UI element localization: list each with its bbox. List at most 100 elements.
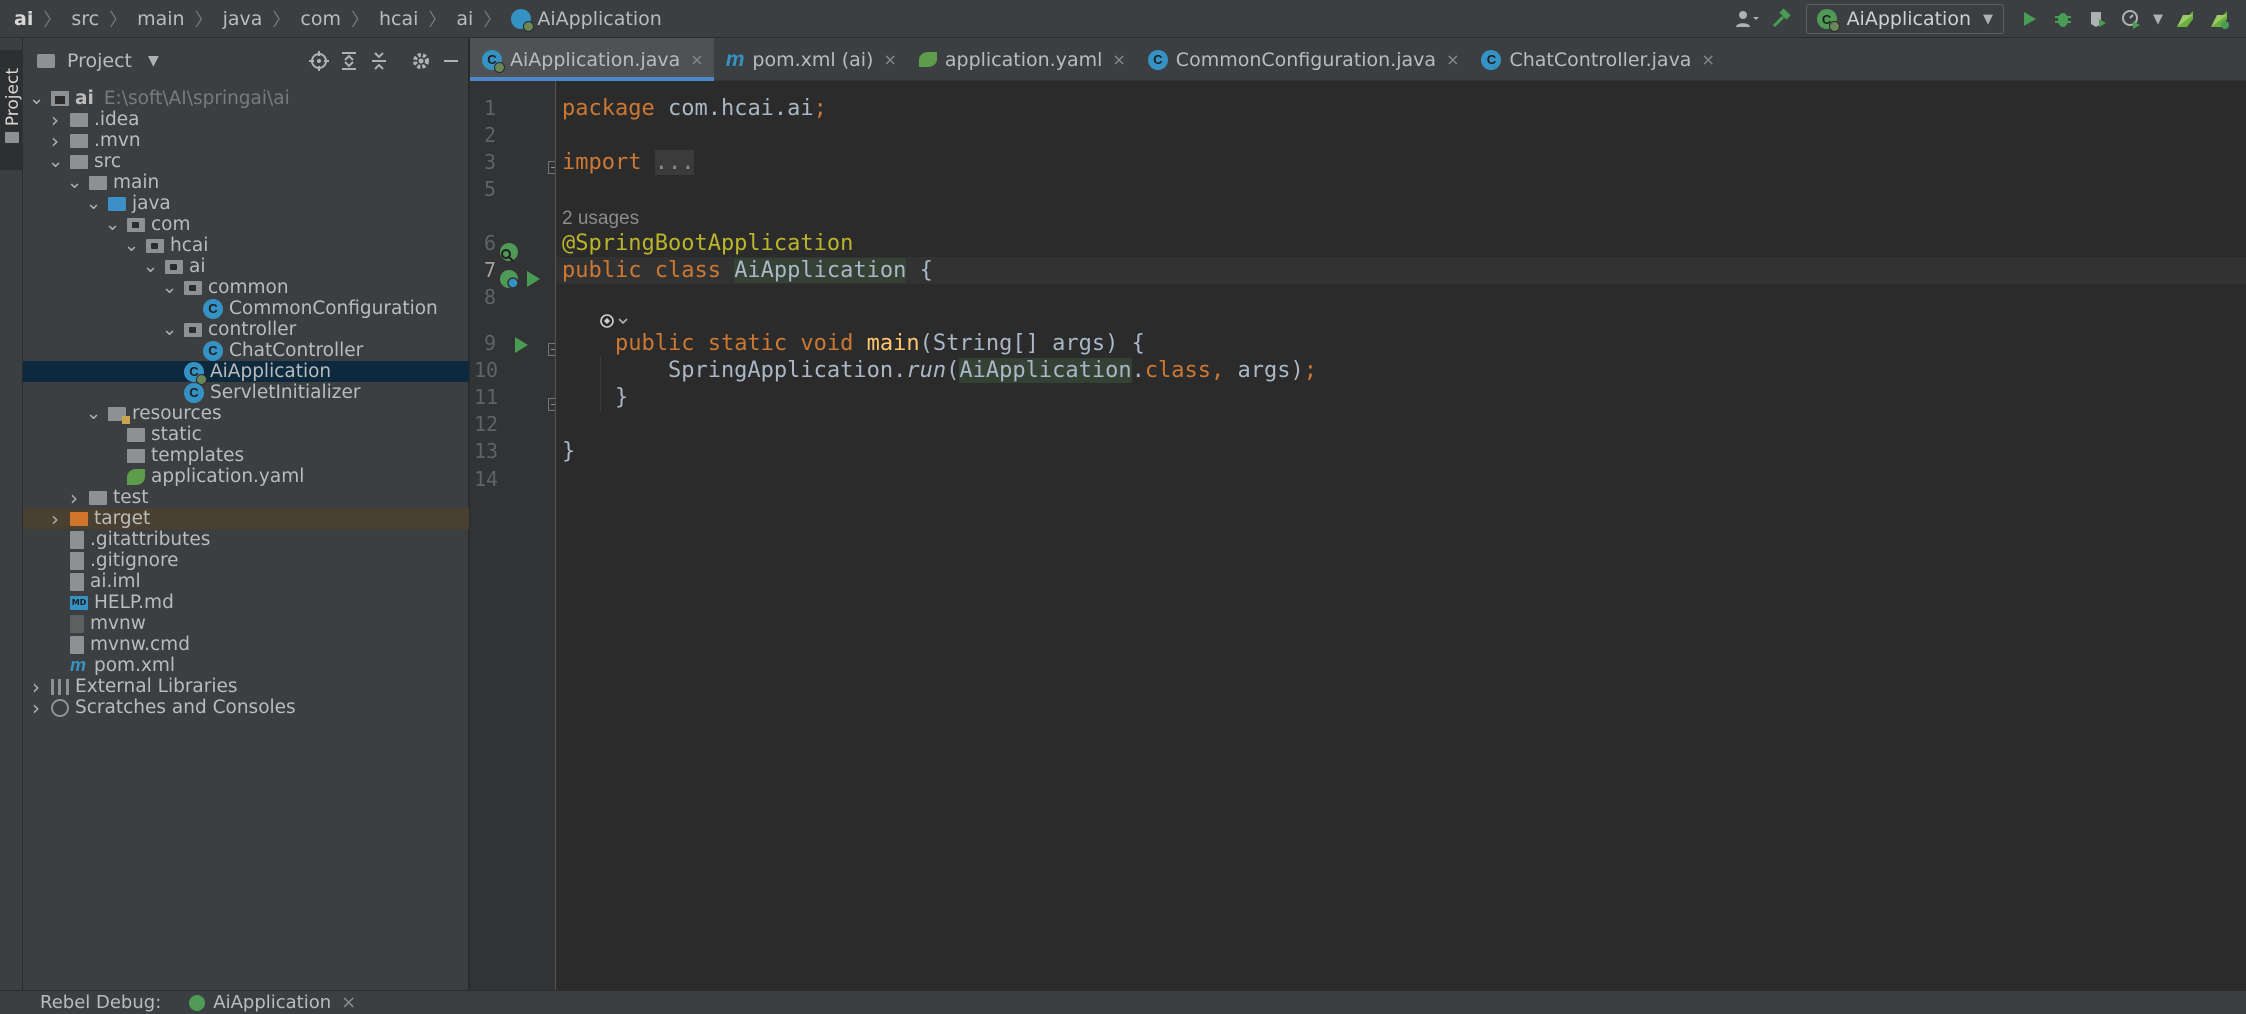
tree-item[interactable]: ⌄ main bbox=[23, 172, 469, 193]
spring-bean-icon[interactable] bbox=[498, 268, 520, 290]
close-icon[interactable]: × bbox=[1446, 50, 1459, 69]
project-view-selector[interactable]: Project bbox=[67, 50, 132, 72]
tree-item[interactable]: ⌄ com bbox=[23, 214, 469, 235]
tree-item[interactable]: m pom.xml bbox=[23, 655, 469, 676]
breadcrumb-item[interactable]: main bbox=[137, 8, 184, 30]
breadcrumb-item[interactable]: ai bbox=[14, 8, 33, 30]
run-configuration-selector[interactable]: C AiApplication ▼ bbox=[1805, 4, 2004, 34]
code-line[interactable]: public class AiApplication { bbox=[556, 257, 2246, 284]
tree-item[interactable]: C ChatController bbox=[23, 340, 469, 361]
breadcrumb-item[interactable]: java bbox=[223, 8, 263, 30]
debug-icon[interactable] bbox=[2046, 4, 2080, 34]
code-line[interactable] bbox=[556, 284, 2246, 311]
code-line[interactable] bbox=[556, 122, 2246, 149]
editor-tab[interactable]: application.yaml × bbox=[907, 38, 1136, 81]
usages-inlay-hint[interactable]: 2 usages bbox=[562, 208, 639, 230]
close-icon[interactable]: × bbox=[690, 50, 703, 69]
expand-all-icon[interactable] bbox=[335, 47, 363, 75]
chevron-down-icon[interactable]: ⌄ bbox=[162, 320, 177, 338]
code-line[interactable]: SpringApplication.run(AiApplication.clas… bbox=[556, 357, 2246, 384]
tree-item[interactable]: ⌄ hcai bbox=[23, 235, 469, 256]
chevron-down-icon[interactable]: ⌄ bbox=[143, 257, 158, 275]
tree-item[interactable]: .gitignore bbox=[23, 550, 469, 571]
tree-item[interactable]: › .mvn bbox=[23, 129, 469, 153]
editor-tab[interactable]: C AiApplication.java × bbox=[470, 38, 714, 81]
more-actions-chevron-icon[interactable]: ▼ bbox=[2148, 4, 2168, 34]
tree-item[interactable]: .gitattributes bbox=[23, 529, 469, 550]
code-line[interactable] bbox=[556, 411, 2246, 438]
profile-icon[interactable] bbox=[2114, 4, 2148, 34]
jrebel-debug-icon[interactable] bbox=[2202, 4, 2236, 34]
code-line[interactable]: package com.hcai.ai; bbox=[556, 95, 2246, 122]
code-line[interactable]: @SpringBootApplication bbox=[556, 230, 2246, 257]
run-gutter-icon[interactable] bbox=[522, 268, 544, 290]
rebel-debug-tab[interactable]: AiApplication × bbox=[189, 992, 356, 1013]
code-line[interactable] bbox=[556, 466, 2246, 493]
breadcrumb-item[interactable]: AiApplication bbox=[511, 8, 662, 32]
breadcrumb-item[interactable]: hcai bbox=[379, 8, 418, 30]
breadcrumb-item[interactable]: src bbox=[71, 8, 99, 30]
editor-tab[interactable]: m pom.xml (ai) × bbox=[714, 38, 907, 81]
tree-item[interactable]: mvnw bbox=[23, 613, 469, 634]
editor-tab[interactable]: C ChatController.java × bbox=[1469, 38, 1724, 81]
tree-item[interactable]: › External Libraries bbox=[23, 675, 469, 699]
chevron-down-icon[interactable]: ⌄ bbox=[162, 278, 177, 296]
code-editor[interactable]: package com.hcai.ai; import ... @SpringBoo… bbox=[555, 81, 2246, 990]
run-icon[interactable] bbox=[2012, 4, 2046, 34]
chevron-down-icon[interactable]: ⌄ bbox=[105, 215, 120, 233]
tree-item[interactable]: ⌄ java bbox=[23, 193, 469, 214]
code-token[interactable]: ... bbox=[654, 150, 695, 175]
editor-tab[interactable]: C CommonConfiguration.java × bbox=[1136, 38, 1470, 81]
spring-bean-icon[interactable] bbox=[498, 241, 520, 263]
tree-item[interactable]: mvnw.cmd bbox=[23, 634, 469, 655]
tree-item[interactable]: static bbox=[23, 424, 469, 445]
close-icon[interactable]: × bbox=[341, 992, 356, 1013]
breadcrumb-item[interactable]: ai bbox=[456, 8, 473, 30]
chevron-down-icon[interactable]: ▼ bbox=[148, 53, 159, 69]
tree-item[interactable]: application.yaml bbox=[23, 466, 469, 487]
build-hammer-icon[interactable] bbox=[1764, 4, 1798, 34]
close-icon[interactable]: × bbox=[1112, 50, 1125, 69]
tree-item[interactable]: ⌄ ai bbox=[23, 256, 469, 277]
code-line[interactable] bbox=[556, 176, 2246, 203]
code-line[interactable]: import ... bbox=[556, 149, 2246, 176]
tree-item[interactable]: C ServletInitializer bbox=[23, 382, 469, 403]
tree-item[interactable]: templates bbox=[23, 445, 469, 466]
chevron-down-icon[interactable]: ⌄ bbox=[86, 404, 101, 422]
tree-item[interactable]: › target bbox=[23, 507, 469, 531]
tree-item[interactable]: › Scratches and Consoles bbox=[23, 696, 469, 720]
collapse-all-icon[interactable] bbox=[365, 47, 393, 75]
tree-item[interactable]: C AiApplication bbox=[23, 361, 469, 385]
code-line[interactable]: } bbox=[556, 438, 2246, 465]
chevron-down-icon[interactable]: ⌄ bbox=[48, 152, 63, 170]
hide-icon[interactable] bbox=[437, 47, 465, 75]
settings-icon[interactable] bbox=[407, 47, 435, 75]
chevron-down-icon[interactable]: ⌄ bbox=[86, 194, 101, 212]
tree-item[interactable]: ai.iml bbox=[23, 571, 469, 592]
jrebel-run-icon[interactable] bbox=[2168, 4, 2202, 34]
breadcrumb-item[interactable]: com bbox=[300, 8, 341, 30]
tree-item[interactable]: ⌄ resources bbox=[23, 403, 469, 424]
chevron-right-icon[interactable]: › bbox=[29, 696, 43, 720]
locate-icon[interactable] bbox=[305, 47, 333, 75]
user-icon[interactable] bbox=[1730, 4, 1764, 34]
chevron-down-icon[interactable]: ⌄ bbox=[124, 236, 139, 254]
tree-item[interactable]: ⌄ src bbox=[23, 151, 469, 172]
chevron-right-icon[interactable]: › bbox=[48, 129, 62, 153]
code-line[interactable]: } bbox=[556, 384, 2246, 411]
project-tool-window-button[interactable]: Project bbox=[0, 50, 23, 170]
close-icon[interactable]: × bbox=[883, 50, 896, 69]
tree-item[interactable]: MD HELP.md bbox=[23, 592, 469, 613]
tree-item[interactable]: C CommonConfiguration bbox=[23, 298, 469, 319]
chevron-down-icon[interactable]: ⌄ bbox=[67, 173, 82, 191]
chevron-down-icon[interactable]: ⌄ bbox=[29, 89, 44, 107]
tree-item[interactable]: › test bbox=[23, 486, 469, 510]
close-icon[interactable]: × bbox=[1701, 50, 1714, 69]
tree-item[interactable]: › .idea bbox=[23, 108, 469, 132]
coverage-icon[interactable] bbox=[2080, 4, 2114, 34]
chevron-right-icon[interactable]: › bbox=[67, 486, 81, 510]
code-vision-icon[interactable] bbox=[600, 312, 630, 334]
chevron-right-icon[interactable]: › bbox=[48, 507, 62, 531]
tree-item[interactable]: ⌄ ai E:\soft\AI\springai\ai bbox=[23, 88, 469, 109]
run-gutter-icon[interactable] bbox=[510, 334, 532, 356]
